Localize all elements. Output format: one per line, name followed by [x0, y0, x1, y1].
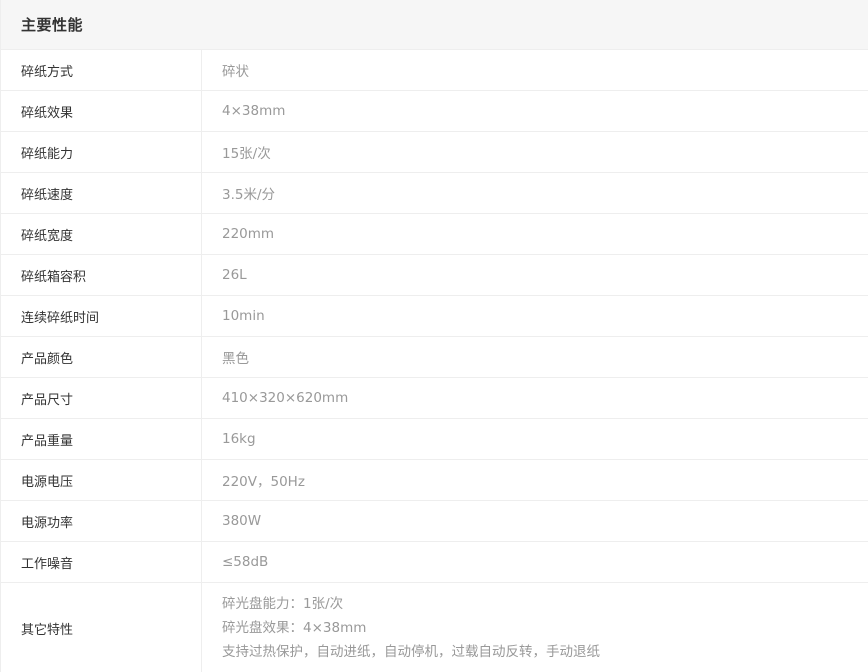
spec-row-shred-size: 碎纸效果 4×38mm: [1, 91, 868, 132]
spec-label: 碎纸能力: [1, 132, 202, 172]
spec-value: 220V，50Hz: [222, 474, 305, 490]
spec-label: 碎纸速度: [1, 173, 202, 213]
spec-value: 3.5米/分: [222, 187, 276, 203]
spec-value: ≤58dB: [222, 554, 269, 570]
spec-table: 主要性能 碎纸方式 碎状 碎纸效果 4×38mm 碎纸能力 15张/次 碎纸速度…: [0, 0, 868, 672]
spec-value: 26L: [222, 267, 247, 283]
spec-row-bin-volume: 碎纸箱容积 26L: [1, 255, 868, 296]
other-feature-line: 支持过热保护，自动进纸，自动停机，过载自动反转，手动退纸: [222, 644, 600, 660]
spec-label: 电源功率: [1, 501, 202, 541]
spec-label: 碎纸箱容积: [1, 255, 202, 295]
spec-row-weight: 产品重量 16kg: [1, 419, 868, 460]
section-header: 主要性能: [1, 0, 868, 50]
spec-label: 产品尺寸: [1, 378, 202, 418]
spec-row-shred-type: 碎纸方式 碎状: [1, 50, 868, 91]
spec-value: 10min: [222, 308, 265, 324]
spec-label: 其它特性: [1, 583, 202, 672]
spec-value: 410×320×620mm: [222, 390, 349, 406]
spec-label: 产品颜色: [1, 337, 202, 377]
spec-label: 碎纸效果: [1, 91, 202, 131]
spec-value: 黑色: [222, 351, 249, 367]
other-feature-line: 碎光盘能力：1张/次: [222, 596, 344, 612]
spec-label: 工作噪音: [1, 542, 202, 582]
spec-row-voltage: 电源电压 220V，50Hz: [1, 460, 868, 501]
spec-row-other-features: 其它特性 碎光盘能力：1张/次 碎光盘效果：4×38mm 支持过热保护，自动进纸…: [1, 583, 868, 672]
spec-label: 产品重量: [1, 419, 202, 459]
spec-value: 16kg: [222, 431, 256, 447]
spec-row-power: 电源功率 380W: [1, 501, 868, 542]
spec-row-noise: 工作噪音 ≤58dB: [1, 542, 868, 583]
spec-label: 碎纸方式: [1, 50, 202, 90]
spec-row-continuous-time: 连续碎纸时间 10min: [1, 296, 868, 337]
spec-value: 220mm: [222, 226, 275, 242]
spec-row-dimensions: 产品尺寸 410×320×620mm: [1, 378, 868, 419]
spec-label: 碎纸宽度: [1, 214, 202, 254]
spec-value: 380W: [222, 513, 262, 529]
spec-label: 连续碎纸时间: [1, 296, 202, 336]
spec-value: 15张/次: [222, 146, 271, 162]
spec-value-multiline: 碎光盘能力：1张/次 碎光盘效果：4×38mm 支持过热保护，自动进纸，自动停机…: [202, 583, 868, 672]
spec-row-shred-speed: 碎纸速度 3.5米/分: [1, 173, 868, 214]
spec-label: 电源电压: [1, 460, 202, 500]
spec-value: 碎状: [222, 64, 249, 80]
spec-row-shred-capacity: 碎纸能力 15张/次: [1, 132, 868, 173]
spec-row-color: 产品颜色 黑色: [1, 337, 868, 378]
other-feature-line: 碎光盘效果：4×38mm: [222, 620, 367, 636]
spec-value: 4×38mm: [222, 103, 286, 119]
section-title: 主要性能: [21, 16, 84, 34]
spec-row-shred-width: 碎纸宽度 220mm: [1, 214, 868, 255]
